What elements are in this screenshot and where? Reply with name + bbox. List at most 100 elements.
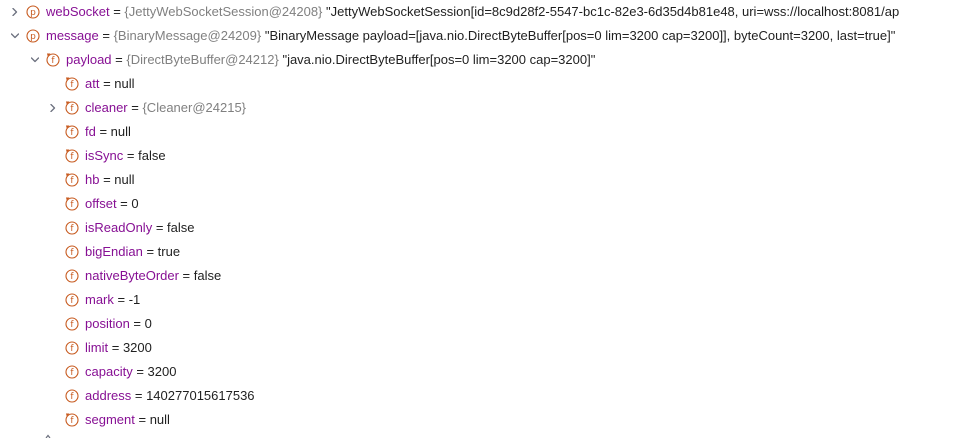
equals-sign: = — [95, 124, 111, 139]
variable-value: "java.nio.DirectByteBuffer[pos=0 lim=320… — [282, 52, 596, 67]
variable-name: bigEndian — [85, 244, 143, 259]
variable-value: "JettyWebSocketSession[id=8c9d28f2-5547-… — [326, 4, 900, 19]
variable-name: isReadOnly — [85, 220, 153, 235]
variable-row-cleaner[interactable]: f cleaner = {Cleaner@24215} — [0, 96, 971, 120]
variable-text: webSocket = {JettyWebSocketSession@24208… — [46, 0, 899, 24]
variable-name: segment — [85, 412, 135, 427]
variable-text: position = 0 — [85, 312, 152, 336]
f-field-icon: f — [65, 245, 79, 259]
equals-sign: = — [134, 412, 150, 427]
variable-text: nativeByteOrder = false — [85, 264, 221, 288]
svg-text:p: p — [30, 32, 36, 42]
p-property-icon: p — [26, 5, 40, 19]
variable-type-ref: {DirectByteBuffer@24212} — [126, 52, 279, 67]
variable-row-isSync[interactable]: f isSync = false — [0, 144, 971, 168]
variable-name: webSocket — [46, 4, 110, 19]
equals-sign: = — [116, 196, 132, 211]
equals-sign: = — [98, 28, 114, 43]
variable-value: null — [149, 412, 170, 427]
equals-sign: = — [178, 268, 194, 283]
chevron-down-icon[interactable] — [7, 24, 23, 48]
variable-row-address[interactable]: f address = 140277015617536 — [0, 384, 971, 408]
f-inherited-field-icon: f — [65, 173, 79, 187]
variable-text: hb = null — [85, 168, 135, 192]
variable-text: offset = 0 — [85, 192, 139, 216]
p-property-icon: p — [26, 29, 40, 43]
variable-text: capacity = 3200 — [85, 360, 176, 384]
variable-name: nativeByteOrder — [85, 268, 179, 283]
variable-name: position — [85, 316, 130, 331]
f-inherited-field-icon: f — [65, 101, 79, 115]
variable-text: isSync = false — [85, 144, 166, 168]
variable-text: att = null — [85, 72, 135, 96]
variable-row-position[interactable]: f position = 0 — [0, 312, 971, 336]
variable-row-fd[interactable]: f fd = null — [0, 120, 971, 144]
chevron-down-icon[interactable] — [27, 48, 43, 72]
variable-name: mark — [85, 292, 114, 307]
variable-value: 3200 — [122, 340, 152, 355]
variable-text: bigEndian = true — [85, 240, 180, 264]
variable-value: 0 — [144, 316, 152, 331]
partial-row-chevron-icon — [45, 434, 51, 438]
variable-text: mark = -1 — [85, 288, 140, 312]
variables-list: p webSocket = {JettyWebSocketSession@2420… — [0, 0, 971, 432]
equals-sign: = — [99, 172, 115, 187]
variable-text: address = 140277015617536 — [85, 384, 255, 408]
variable-value: 140277015617536 — [146, 388, 255, 403]
variable-name: offset — [85, 196, 117, 211]
f-inherited-field-icon: f — [65, 197, 79, 211]
chevron-right-icon[interactable] — [45, 96, 61, 120]
variable-row-payload[interactable]: f payload = {DirectByteBuffer@24212} "jav… — [0, 48, 971, 72]
variable-type-ref: {Cleaner@24215} — [142, 100, 247, 115]
equals-sign: = — [108, 340, 123, 355]
variable-text: isReadOnly = false — [85, 216, 195, 240]
equals-sign: = — [131, 388, 147, 403]
variable-row-capacity[interactable]: f capacity = 3200 — [0, 360, 971, 384]
variable-value: 0 — [131, 196, 139, 211]
equals-sign: = — [109, 4, 125, 19]
variable-text: payload = {DirectByteBuffer@24212} "java… — [66, 48, 595, 72]
variable-row-nativeByteOrder[interactable]: f nativeByteOrder = false — [0, 264, 971, 288]
f-inherited-field-icon: f — [65, 125, 79, 139]
variable-value: -1 — [128, 292, 141, 307]
equals-sign: = — [129, 316, 145, 331]
f-field-icon: f — [65, 269, 79, 283]
variable-row-webSocket[interactable]: p webSocket = {JettyWebSocketSession@2420… — [0, 0, 971, 24]
f-field-icon: f — [65, 317, 79, 331]
f-inherited-field-icon: f — [65, 149, 79, 163]
f-field-icon: f — [65, 293, 79, 307]
variable-row-att[interactable]: f att = null — [0, 72, 971, 96]
variable-text: cleaner = {Cleaner@24215} — [85, 96, 246, 120]
variable-row-isReadOnly[interactable]: f isReadOnly = false — [0, 216, 971, 240]
variable-value: true — [157, 244, 181, 259]
variable-text: message = {BinaryMessage@24209} "BinaryM… — [46, 24, 895, 48]
equals-sign: = — [123, 148, 139, 163]
variable-value: null — [114, 76, 135, 91]
chevron-right-icon[interactable] — [7, 0, 23, 24]
equals-sign: = — [142, 244, 158, 259]
f-inherited-field-icon: f — [65, 413, 79, 427]
variable-text: fd = null — [85, 120, 131, 144]
equals-sign: = — [132, 364, 148, 379]
svg-text:p: p — [30, 8, 36, 18]
variable-value: false — [138, 148, 166, 163]
equals-sign: = — [152, 220, 168, 235]
variable-row-bigEndian[interactable]: f bigEndian = true — [0, 240, 971, 264]
variable-type-ref: {BinaryMessage@24209} — [113, 28, 262, 43]
variable-row-limit[interactable]: f limit = 3200 — [0, 336, 971, 360]
variable-name: capacity — [85, 364, 133, 379]
variable-row-hb[interactable]: f hb = null — [0, 168, 971, 192]
equals-sign: = — [99, 76, 115, 91]
variable-row-offset[interactable]: f offset = 0 — [0, 192, 971, 216]
variable-name: att — [85, 76, 100, 91]
variable-name: limit — [85, 340, 109, 355]
variable-name: isSync — [85, 148, 124, 163]
f-field-icon: f — [65, 365, 79, 379]
variable-row-message[interactable]: p message = {BinaryMessage@24209} "Binary… — [0, 24, 971, 48]
variable-name: address — [85, 388, 132, 403]
variable-name: cleaner — [85, 100, 128, 115]
equals-sign: = — [111, 52, 127, 67]
variable-text: limit = 3200 — [85, 336, 152, 360]
variable-row-segment[interactable]: f segment = null — [0, 408, 971, 432]
variable-row-mark[interactable]: f mark = -1 — [0, 288, 971, 312]
